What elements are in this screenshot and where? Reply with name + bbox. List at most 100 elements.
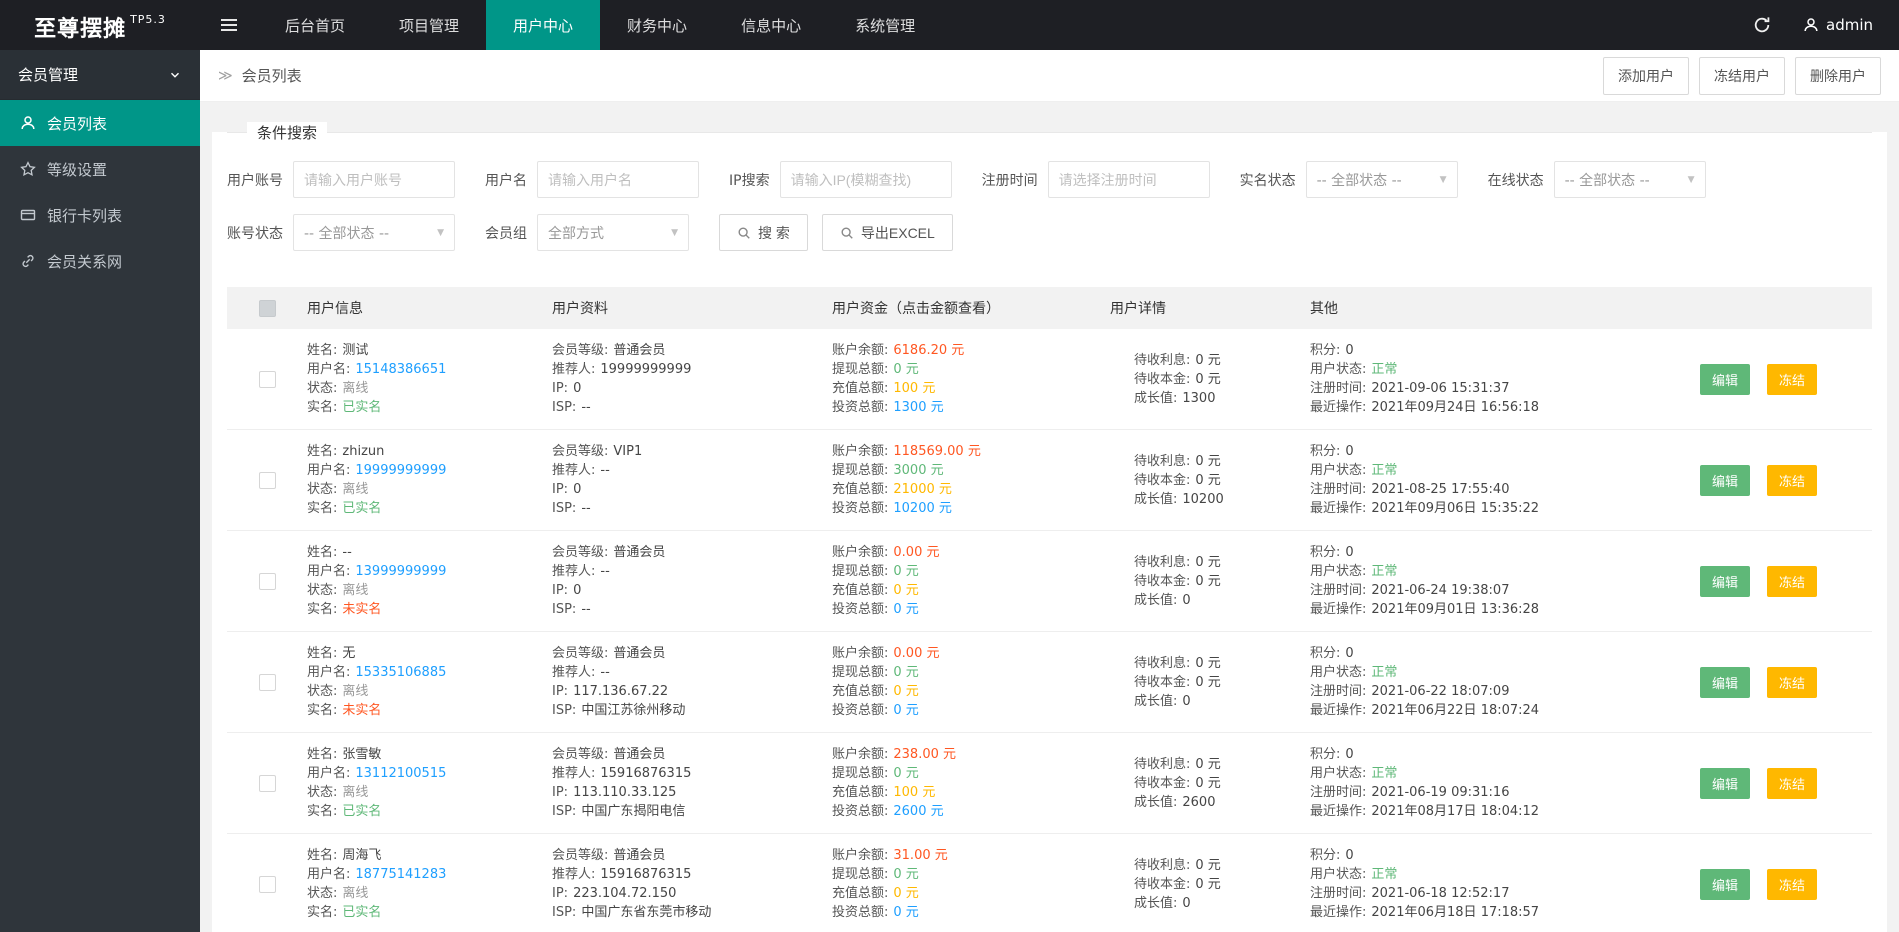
username-link[interactable]: 18775141283 — [355, 867, 446, 882]
recharge-value[interactable]: 21000 元 — [893, 482, 952, 497]
select-all-checkbox[interactable] — [258, 299, 276, 317]
invest-value[interactable]: 0 元 — [893, 703, 918, 718]
interest-value: 0 元 — [1195, 655, 1221, 671]
balance-value[interactable]: 31.00 元 — [893, 848, 947, 863]
referrer-label: 推荐人: — [552, 463, 596, 478]
referrer-label: 推荐人: — [552, 766, 596, 781]
withdraw-value[interactable]: 0 元 — [893, 867, 918, 882]
balance-value[interactable]: 118569.00 元 — [893, 444, 980, 459]
invest-value[interactable]: 1300 元 — [893, 400, 943, 415]
withdraw-label: 提现总额: — [832, 463, 889, 478]
row-checkbox[interactable] — [258, 572, 276, 590]
member-group-select[interactable]: 全部方式 ▼ — [537, 214, 689, 251]
freeze-button[interactable]: 冻结 — [1767, 565, 1818, 597]
username-link[interactable]: 19999999999 — [355, 463, 446, 478]
edit-button[interactable]: 编辑 — [1700, 868, 1751, 900]
row-checkbox[interactable] — [258, 471, 276, 489]
nav-item-message[interactable]: 信息中心 — [714, 0, 828, 50]
sidebar-item-member-list[interactable]: 会员列表 — [0, 100, 200, 146]
refresh-icon[interactable] — [1753, 16, 1771, 34]
recharge-value[interactable]: 100 元 — [893, 785, 935, 800]
edit-button[interactable]: 编辑 — [1700, 363, 1751, 395]
row-checkbox[interactable] — [258, 673, 276, 691]
edit-button[interactable]: 编辑 — [1700, 666, 1751, 698]
ip-search-input[interactable] — [779, 161, 952, 198]
username-input[interactable] — [537, 161, 699, 198]
invest-value[interactable]: 10200 元 — [893, 501, 952, 516]
withdraw-value[interactable]: 0 元 — [893, 564, 918, 579]
online-status-select[interactable]: -- 全部状态 -- ▼ — [1553, 161, 1706, 198]
balance-value[interactable]: 238.00 元 — [893, 747, 956, 762]
add-user-button[interactable]: 添加用户 — [1603, 56, 1689, 95]
balance-value[interactable]: 0.00 元 — [893, 545, 939, 560]
export-excel-button[interactable]: 导出EXCEL — [821, 214, 953, 251]
username-link[interactable]: 15148386651 — [355, 362, 446, 377]
ip-label: IP: — [552, 583, 569, 598]
recharge-value[interactable]: 100 元 — [893, 381, 935, 396]
freeze-button[interactable]: 冻结 — [1767, 868, 1818, 900]
last-op-label: 最近操作: — [1310, 400, 1367, 415]
search-button[interactable]: 搜 索 — [719, 214, 808, 251]
freeze-button[interactable]: 冻结 — [1767, 666, 1818, 698]
delete-user-button[interactable]: 删除用户 — [1795, 56, 1881, 95]
recharge-value[interactable]: 0 元 — [893, 886, 918, 901]
sidebar-item-bank-card-list[interactable]: 银行卡列表 — [0, 192, 200, 238]
nav-item-project[interactable]: 项目管理 — [372, 0, 486, 50]
nav-item-user-center[interactable]: 用户中心 — [486, 0, 601, 50]
field-account-status: 账号状态 -- 全部状态 -- ▼ — [227, 214, 455, 251]
caret-down-icon: ▼ — [671, 227, 678, 238]
freeze-button[interactable]: 冻结 — [1767, 363, 1818, 395]
realname-status-badge: 未实名 — [342, 602, 382, 617]
realname-status-badge: 已实名 — [342, 804, 382, 819]
field-member-group: 会员组 全部方式 ▼ — [485, 214, 689, 251]
invest-value[interactable]: 0 元 — [893, 905, 918, 920]
hamburger-menu-icon[interactable] — [200, 0, 258, 50]
withdraw-value[interactable]: 0 元 — [893, 362, 918, 377]
sidebar-group-member-management[interactable]: 会员管理 — [0, 50, 200, 100]
sidebar-item-member-network[interactable]: 会员关系网 — [0, 238, 200, 284]
user-info-cell: 姓名: zhizun 用户名: 19999999999 状态: 离线 实名: 已实名 — [307, 442, 552, 518]
realname-label: 实名: — [307, 400, 338, 415]
freeze-user-button[interactable]: 冻结用户 — [1699, 56, 1785, 95]
last-op-value: 2021年09月01日 13:36:28 — [1371, 602, 1540, 617]
balance-value[interactable]: 0.00 元 — [893, 646, 939, 661]
row-checkbox[interactable] — [258, 875, 276, 893]
recharge-value[interactable]: 0 元 — [893, 684, 918, 699]
username-link[interactable]: 15335106885 — [355, 665, 446, 680]
freeze-button[interactable]: 冻结 — [1767, 767, 1818, 799]
invest-value[interactable]: 0 元 — [893, 602, 918, 617]
growth-label: 成长值: — [1134, 390, 1178, 406]
principal-label: 待收本金: — [1134, 775, 1191, 791]
invest-value[interactable]: 2600 元 — [893, 804, 943, 819]
realname-status-select[interactable]: -- 全部状态 -- ▼ — [1305, 161, 1458, 198]
sidebar-item-level-settings[interactable]: 等级设置 — [0, 146, 200, 192]
register-time-input[interactable] — [1047, 161, 1210, 198]
nav-item-system[interactable]: 系统管理 — [828, 0, 942, 50]
row-checkbox[interactable] — [258, 774, 276, 792]
withdraw-value[interactable]: 0 元 — [893, 766, 918, 781]
realname-status-badge: 已实名 — [342, 905, 382, 920]
user-status-badge: 正常 — [1371, 766, 1398, 781]
withdraw-value[interactable]: 0 元 — [893, 665, 918, 680]
admin-user-menu[interactable]: admin — [1803, 16, 1873, 34]
account-status-select[interactable]: -- 全部状态 -- ▼ — [293, 214, 455, 251]
edit-button[interactable]: 编辑 — [1700, 767, 1751, 799]
nav-item-home[interactable]: 后台首页 — [258, 0, 372, 50]
username-link[interactable]: 13112100515 — [355, 766, 446, 781]
breadcrumb-bar: ≫ 会员列表 添加用户 冻结用户 删除用户 — [200, 50, 1899, 102]
username-link[interactable]: 13999999999 — [355, 564, 446, 579]
invest-label: 投资总额: — [832, 804, 889, 819]
header-user-profile: 用户资料 — [552, 301, 608, 317]
edit-button[interactable]: 编辑 — [1700, 464, 1751, 496]
balance-value[interactable]: 6186.20 元 — [893, 343, 964, 358]
row-checkbox[interactable] — [258, 370, 276, 388]
ip-value: 0 — [573, 381, 582, 396]
breadcrumb-icon: ≫ — [218, 67, 233, 84]
user-account-input[interactable] — [293, 161, 455, 198]
freeze-button[interactable]: 冻结 — [1767, 464, 1818, 496]
withdraw-value[interactable]: 3000 元 — [893, 463, 943, 478]
recharge-value[interactable]: 0 元 — [893, 583, 918, 598]
edit-button[interactable]: 编辑 — [1700, 565, 1751, 597]
nav-item-finance[interactable]: 财务中心 — [600, 0, 714, 50]
recharge-label: 充值总额: — [832, 381, 889, 396]
